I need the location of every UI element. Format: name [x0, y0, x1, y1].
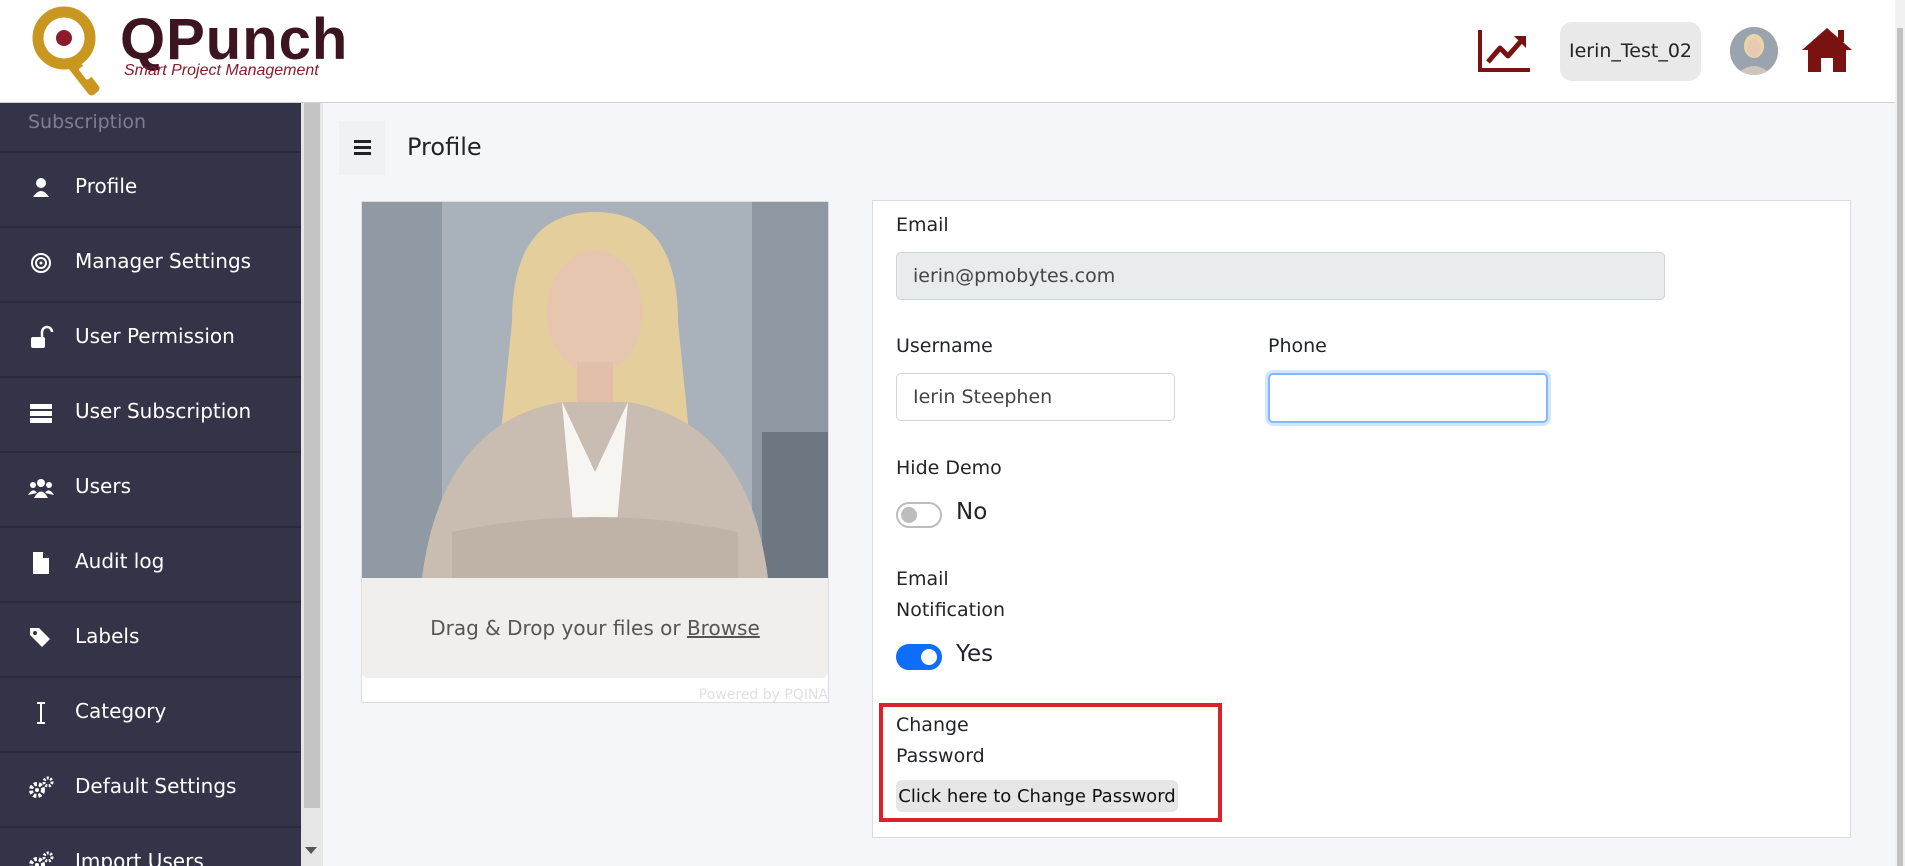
email-label: Email: [896, 214, 949, 236]
page-title: Profile: [407, 133, 482, 161]
sidebar-item-label: User Permission: [75, 324, 235, 348]
sidebar-item-user-permission[interactable]: User Permission: [0, 301, 301, 376]
email-notification-value: Yes: [956, 641, 994, 667]
file-dropzone[interactable]: Drag & Drop your files or Browse: [362, 578, 828, 678]
sidebar-item-users[interactable]: Users: [0, 451, 301, 526]
sidebar-scrollbar[interactable]: [301, 103, 323, 866]
gears-icon: [29, 776, 54, 798]
sidebar-scrollbar-thumb[interactable]: [304, 103, 320, 808]
gears-icon: [29, 851, 54, 866]
hide-demo-value: No: [956, 499, 988, 525]
dropzone-label: Drag & Drop your files or: [430, 616, 687, 640]
brand-tagline: Smart Project Management: [124, 62, 319, 79]
sidebar-item-manager-settings[interactable]: Manager Settings: [0, 226, 301, 301]
profile-image-uploader: Drag & Drop your files or Browse Powered…: [361, 201, 829, 703]
email-notification-toggle[interactable]: [896, 644, 942, 670]
hamburger-menu-icon[interactable]: [339, 121, 385, 175]
email-notification-label: Email Notification: [896, 568, 1006, 621]
username-label: Username: [896, 335, 993, 357]
email-field[interactable]: ierin@pmobytes.com: [896, 252, 1665, 300]
sidebar-item-label: Default Settings: [75, 774, 237, 798]
phone-label: Phone: [1268, 335, 1327, 357]
tags-icon: [30, 628, 50, 647]
sidebar-section-subscription[interactable]: Subscription: [28, 111, 146, 133]
users-icon: [28, 479, 54, 498]
profile-photo: [362, 202, 828, 578]
sidebar-item-category[interactable]: Category: [0, 676, 301, 751]
top-header: QPunch Smart Project Management Ierin_Te…: [0, 0, 1895, 103]
sidebar-item-labels[interactable]: Labels: [0, 601, 301, 676]
sidebar-item-label: Labels: [75, 624, 140, 648]
file-icon: [33, 552, 49, 574]
text-cursor-icon: [37, 702, 45, 724]
powered-by-credit[interactable]: Powered by PQINA: [699, 687, 828, 703]
qpunch-logo-mark: [32, 6, 100, 96]
sidebar-item-default-settings[interactable]: Default Settings: [0, 751, 301, 826]
sidebar-item-label: Profile: [75, 174, 138, 198]
page-header: Profile: [339, 121, 1879, 175]
sidebar: Subscription Profile Manager Settings Us…: [0, 103, 301, 866]
sidebar-item-label: User Subscription: [75, 399, 252, 423]
qpunch-logo[interactable]: QPunch Smart Project Management: [30, 6, 350, 98]
username-field[interactable]: Ierin Steephen: [896, 373, 1175, 421]
trending-up-icon[interactable]: [1478, 28, 1532, 74]
home-icon[interactable]: [1800, 26, 1854, 74]
sidebar-item-label: Audit log: [75, 549, 165, 573]
user-avatar[interactable]: [1730, 27, 1778, 75]
page-scrollbar[interactable]: [1895, 0, 1905, 866]
highlight-box: [879, 703, 1222, 822]
browse-link[interactable]: Browse: [687, 616, 760, 640]
fingerprint-icon: [31, 253, 51, 273]
hide-demo-toggle[interactable]: [896, 502, 942, 528]
sidebar-item-profile[interactable]: Profile: [0, 151, 301, 226]
list-icon: [30, 404, 52, 423]
user-icon: [33, 178, 49, 197]
phone-field[interactable]: [1268, 373, 1548, 423]
dropzone-text: Drag & Drop your files or Browse: [362, 616, 828, 640]
page-scrollbar-thumb[interactable]: [1897, 28, 1903, 866]
hide-demo-label: Hide Demo: [896, 457, 1002, 479]
sidebar-item-label: Manager Settings: [75, 249, 252, 273]
user-name-badge[interactable]: Ierin_Test_02: [1560, 22, 1701, 81]
scroll-down-arrow-icon[interactable]: [305, 847, 317, 854]
sidebar-item-label: Users: [75, 474, 132, 498]
sidebar-item-import-users[interactable]: Import Users: [0, 826, 301, 866]
unlock-icon: [31, 325, 54, 348]
sidebar-item-user-subscription[interactable]: User Subscription: [0, 376, 301, 451]
sidebar-item-label: Category: [75, 699, 167, 723]
sidebar-item-label: Import Users: [75, 849, 204, 866]
sidebar-item-audit-log[interactable]: Audit log: [0, 526, 301, 601]
